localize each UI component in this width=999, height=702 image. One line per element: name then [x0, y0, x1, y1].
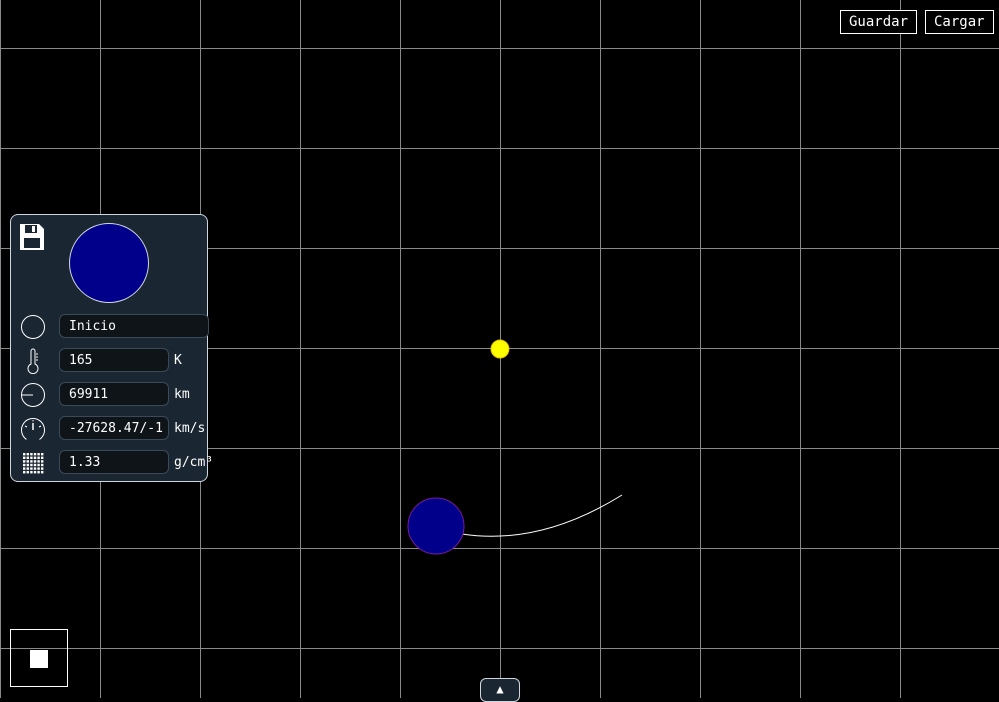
circle-name-icon — [21, 315, 45, 339]
density-field[interactable]: 1.33 — [59, 450, 169, 474]
temperature-unit: K — [174, 353, 182, 368]
radius-field[interactable]: 69911 — [59, 382, 169, 406]
radius-icon — [21, 383, 45, 407]
planet-preview — [69, 223, 149, 303]
velocity-unit: km/s — [174, 421, 206, 436]
sun[interactable] — [490, 339, 510, 359]
body-properties-panel: Inicio 165 K 69911 km -27628.47/-1 km/s — [10, 214, 213, 482]
load-button[interactable]: Cargar — [925, 10, 994, 34]
panel-toggle-button[interactable]: ▲ — [480, 678, 520, 702]
density-grid-icon — [23, 453, 44, 474]
planet[interactable] — [407, 497, 465, 555]
speedometer-icon — [21, 418, 45, 442]
thermometer-icon — [27, 348, 39, 374]
name-field[interactable]: Inicio — [59, 314, 209, 338]
square-tool-icon — [30, 650, 48, 668]
orbit-trail — [461, 494, 623, 537]
radius-unit: km — [174, 387, 190, 402]
density-unit: g/cm³ — [174, 455, 214, 470]
save-button[interactable]: Guardar — [840, 10, 918, 34]
floppy-disk-icon[interactable] — [19, 223, 45, 251]
velocity-field[interactable]: -27628.47/-1 — [59, 416, 169, 440]
temperature-field[interactable]: 165 — [59, 348, 169, 372]
tool-selector[interactable] — [10, 629, 68, 687]
